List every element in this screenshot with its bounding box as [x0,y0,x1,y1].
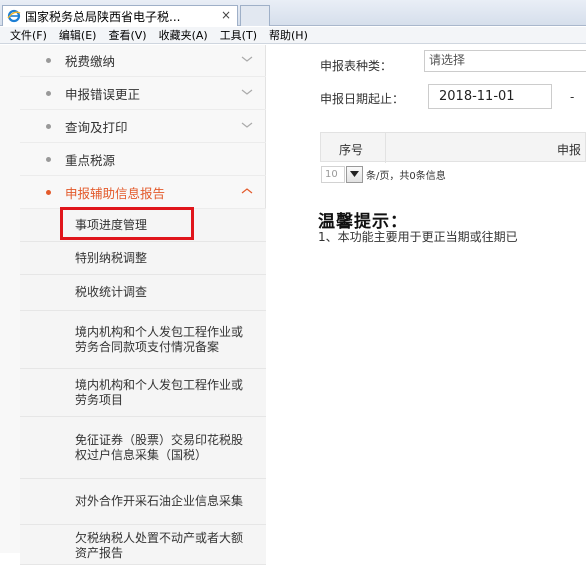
sidebar-item-aux-info-report[interactable]: 申报辅助信息报告 [20,176,266,209]
report-type-select[interactable]: 请选择 [424,50,586,72]
table-header: 序号 申报 [320,132,586,163]
bullet-icon [46,57,51,63]
browser-tab[interactable]: 国家税务总局陕西省电子税... × [2,5,238,26]
menu-bar: 文件(F) 编辑(E) 查看(V) 收藏夹(A) 工具(T) 帮助(H) [0,27,586,44]
dropdown-arrow-icon [350,171,359,177]
chevron-down-icon [241,122,253,128]
sidebar-item-label: 税费缴纳 [65,53,116,69]
subitem-project-contracting[interactable]: 境内机构和个人发包工程作业或劳务项目 [20,369,266,417]
menu-help[interactable]: 帮助(H) [269,27,308,43]
new-tab-button[interactable] [240,5,270,26]
report-date-label: 申报日期起止： [320,92,405,106]
sidebar-item-label: 申报辅助信息报告 [65,185,166,201]
menu-view[interactable]: 查看(V) [108,27,146,43]
subitem-asset-disposal-report[interactable]: 欠税纳税人处置不动产或者大额资产报告 [20,525,266,565]
subitem-stamp-duty-exemption[interactable]: 免征证券（股票）交易印花税股权过户信息采集（国税） [20,417,266,479]
sidebar-item-label: 申报错误更正 [65,86,141,102]
column-header-report: 申报 [557,143,582,157]
chevron-down-icon [241,89,253,95]
pagination: 10 条/页，共0条信息 [321,165,446,183]
sidebar-item-label: 重点税源 [65,152,116,168]
date-start-value: 2018-11-01 [439,89,515,104]
subitem-label: 境内机构和个人发包工程作业或劳务项目 [75,377,244,407]
sidebar-item-key-tax-source[interactable]: 重点税源 [20,143,266,176]
report-type-value: 请选择 [429,53,466,67]
subitem-label: 特别纳税调整 [75,250,148,265]
subitem-label: 税收统计调查 [75,285,148,299]
date-start-input[interactable]: 2018-11-01 [428,84,552,109]
bullet-icon [46,189,51,195]
column-divider [385,133,386,163]
menu-edit[interactable]: 编辑(E) [59,27,97,43]
page-size-select[interactable]: 10 [321,165,345,183]
tab-title: 国家税务总局陕西省电子税... [25,9,181,24]
sidebar-item-correction[interactable]: 申报错误更正 [20,77,266,110]
sidebar-item-query-print[interactable]: 查询及打印 [20,110,266,143]
page-size-dropdown-button[interactable] [346,165,363,183]
subitem-offshore-oil-info[interactable]: 对外合作开采石油企业信息采集 [20,479,266,525]
main-content [267,45,586,553]
sidebar-item-tax-payment[interactable]: 税费缴纳 [20,44,266,77]
date-separator: - [570,90,575,104]
subitem-special-tax-adjustment[interactable]: 特别纳税调整 [20,242,266,275]
subitem-label: 欠税纳税人处置不动产或者大额资产报告 [75,531,244,560]
bullet-icon [46,123,51,129]
highlight-box [60,207,194,240]
sidebar-item-label: 查询及打印 [65,119,128,135]
menu-tools[interactable]: 工具(T) [220,27,257,43]
subitem-label: 对外合作开采石油企业信息采集 [75,494,244,508]
subitem-contract-payment-filing[interactable]: 境内机构和个人发包工程作业或劳务合同款项支付情况备案 [20,311,266,369]
page-info: 条/页，共0条信息 [366,170,446,182]
chevron-down-icon [241,56,253,62]
column-header-index: 序号 [339,143,364,157]
tab-close-button[interactable]: × [221,8,231,22]
menu-file[interactable]: 文件(F) [10,27,47,43]
bullet-icon [46,90,51,96]
menu-favorites[interactable]: 收藏夹(A) [159,27,208,43]
subitem-tax-statistics-survey[interactable]: 税收统计调查 [20,275,266,311]
ie-browser-icon [7,9,21,23]
bullet-icon [46,156,51,162]
tip-text: 1、本功能主要用于更正当期或往期已 [318,230,518,244]
subitem-label: 境内机构和个人发包工程作业或劳务合同款项支付情况备案 [75,324,244,354]
subitem-label: 免征证券（股票）交易印花税股权过户信息采集（国税） [75,432,244,462]
chevron-up-icon [241,188,253,194]
browser-tab-strip: 国家税务总局陕西省电子税... × [0,0,586,26]
report-type-label: 申报表种类： [320,59,393,73]
